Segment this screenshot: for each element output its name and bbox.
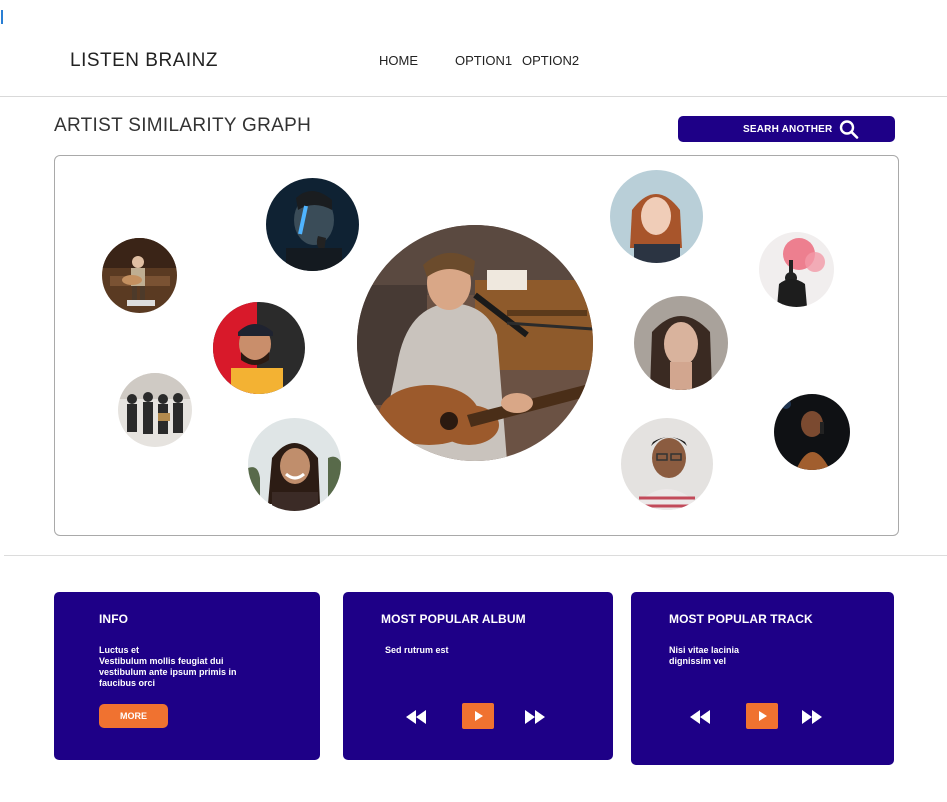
section-divider: [4, 555, 947, 556]
rewind-icon[interactable]: [689, 709, 711, 725]
album-card-title: MOST POPULAR ALBUM: [381, 612, 526, 626]
nav-option1[interactable]: OPTION1: [455, 53, 512, 68]
nav-home[interactable]: HOME: [379, 53, 418, 68]
artist-photo-woman-redhead[interactable]: [610, 170, 703, 263]
page-title: ARTIST SIMILARITY GRAPH: [54, 115, 312, 136]
artist-photo-man-blue-light[interactable]: [266, 178, 359, 271]
artist-photo-woman-smiling[interactable]: [248, 418, 341, 511]
search-icon: [838, 119, 860, 139]
album-card-text: Sed rutrum est: [385, 645, 449, 655]
artist-photo-guitar-singer[interactable]: [357, 225, 593, 461]
fast-forward-icon[interactable]: [801, 709, 823, 725]
fast-forward-icon[interactable]: [524, 709, 546, 725]
artist-photo-band[interactable]: [118, 373, 192, 447]
artist-photo-woman-portrait[interactable]: [634, 296, 728, 390]
track-card-title: MOST POPULAR TRACK: [669, 612, 813, 626]
play-button[interactable]: [746, 703, 778, 729]
artist-similarity-graph: [54, 155, 899, 536]
info-card-title: INFO: [99, 612, 129, 626]
artist-photo-guitarist-stage[interactable]: [102, 238, 177, 313]
info-card: INFO Luctus et Vestibulum mollis feugiat…: [54, 592, 320, 760]
brand-logo[interactable]: LISTEN BRAINZ: [70, 50, 218, 72]
most-popular-album-card: MOST POPULAR ALBUM Sed rutrum est: [343, 592, 613, 760]
artist-photo-man-glasses[interactable]: [621, 418, 713, 510]
search-another-button[interactable]: SEARH ANOTHER: [678, 116, 895, 142]
play-button[interactable]: [462, 703, 494, 729]
track-card-text: Nisi vitae lacinia dignissim vel: [669, 645, 740, 666]
most-popular-track-card: MOST POPULAR TRACK Nisi vitae lacinia di…: [631, 592, 894, 765]
artist-photo-singer-mic[interactable]: [774, 394, 850, 470]
info-card-text: Luctus et Vestibulum mollis feugiat dui …: [99, 645, 237, 688]
nav-option2[interactable]: OPTION2: [522, 53, 579, 68]
artist-photo-red-smoke[interactable]: [759, 232, 834, 307]
search-another-label: SEARH ANOTHER: [743, 124, 833, 135]
more-button[interactable]: MORE: [99, 704, 168, 728]
artist-photo-man-cap[interactable]: [213, 302, 305, 394]
top-header: LISTEN BRAINZ HOME OPTION1 OPTION2: [0, 0, 947, 97]
rewind-icon[interactable]: [405, 709, 427, 725]
